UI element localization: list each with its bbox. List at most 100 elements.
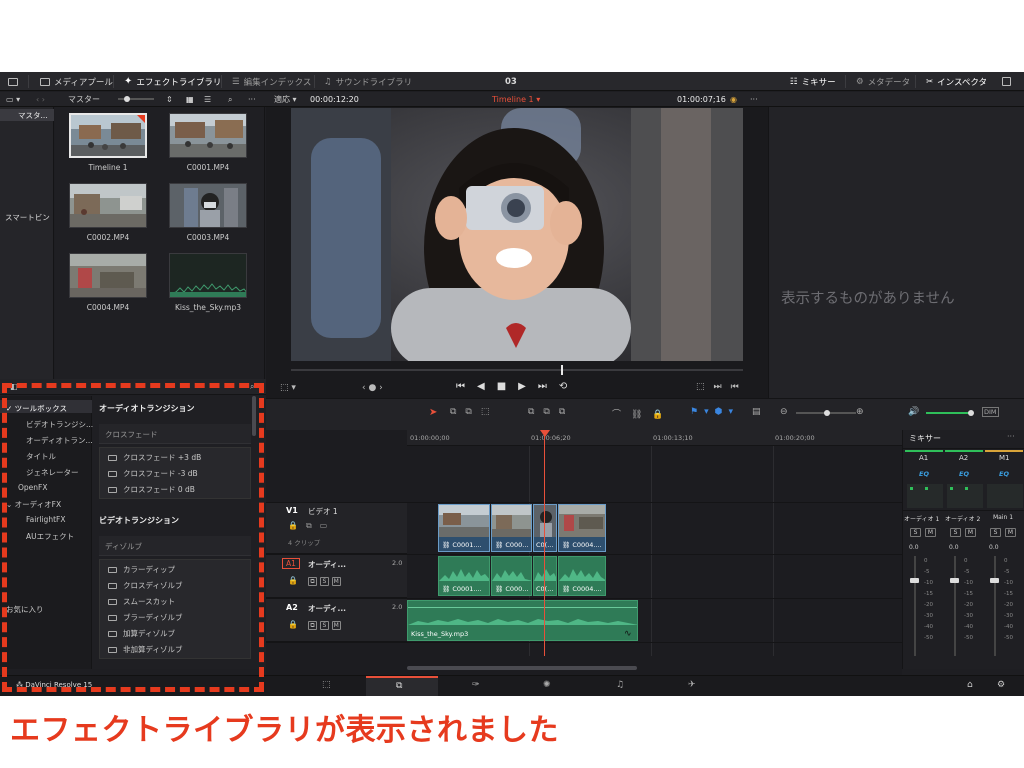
timeline-selector[interactable]: Timeline 1 ▾ — [492, 92, 540, 107]
fader-track[interactable] — [954, 556, 956, 656]
effect-item[interactable]: ブラーディゾルブ — [108, 612, 258, 623]
video-clip[interactable]: C0(... — [533, 504, 557, 552]
nav-arrows-icon[interactable]: ‹ › — [36, 92, 45, 107]
edit-mode-tools[interactable]: ⧉⧉⧉ — [528, 407, 574, 417]
transform-icon[interactable]: ⬚ ▾ — [280, 383, 296, 393]
settings-gear-icon[interactable]: ⚙ — [997, 680, 1005, 690]
track-header-v1[interactable]: V1 ビデオ 1 🔒⧉▭ 4 クリップ — [266, 503, 407, 554]
inspector-button[interactable]: ✂ インスペクタ — [926, 72, 987, 91]
tree-favorites[interactable]: お気に入り — [6, 604, 44, 615]
fader-knob[interactable] — [950, 578, 959, 583]
viewer-scrubber[interactable] — [291, 365, 743, 375]
track-header-a2[interactable]: A2 オーディ... 2.0 🔒 ⧉ S M — [266, 599, 407, 642]
solo-button[interactable]: S — [990, 528, 1001, 537]
viewer-end-controls[interactable]: ⬚⏭⏮ — [696, 382, 748, 392]
audio-clip[interactable]: ⛓ C0004.... — [558, 556, 606, 596]
edit-tools[interactable]: ⧉⧉⬚ — [450, 407, 498, 417]
video-clip[interactable]: ⛓ C000... — [491, 504, 532, 552]
fusion-page-icon[interactable]: ✑ — [472, 680, 480, 690]
track-controls-icons[interactable]: 🔒⧉▭ — [288, 521, 335, 531]
fader-track[interactable] — [914, 556, 916, 656]
timeline-ruler[interactable]: 01:00:00;00 01:00:06;20 01:00:13;10 01:0… — [407, 430, 902, 446]
bin-list-toggle-icon[interactable]: ▭ ▾ — [6, 92, 20, 107]
zoom-out-icon[interactable]: ⊖ — [780, 407, 788, 417]
zoom-fit-dropdown[interactable]: 適応 ▾ — [274, 92, 297, 107]
track-solo-mute[interactable]: ⧉ S M — [308, 576, 341, 586]
more-options-icon[interactable]: ··· — [248, 92, 256, 107]
search-icon[interactable]: ⌕ — [228, 92, 232, 107]
timeline-scrollbar[interactable] — [407, 666, 637, 670]
list-view-icon[interactable]: ☰ — [204, 92, 211, 107]
audio-clip[interactable]: ⛓ C000... — [491, 556, 532, 596]
mute-button[interactable]: M — [1005, 528, 1016, 537]
color-page-icon[interactable]: ✺ — [543, 680, 551, 690]
monitor-volume-slider[interactable] — [926, 410, 974, 416]
fader-knob[interactable] — [910, 578, 919, 583]
flag-marker-icons[interactable]: ⚑▾⬢▾ — [690, 407, 739, 417]
playhead-marker-icon[interactable] — [540, 430, 550, 437]
thumbnail-size-slider[interactable] — [118, 96, 154, 102]
zoom-in-icon[interactable]: ⊕ — [856, 407, 864, 417]
viewer-frame[interactable] — [291, 108, 743, 361]
jog-icon[interactable]: ‹ ● › — [362, 383, 383, 393]
media-item-c0001[interactable] — [169, 113, 247, 158]
effects-library-button[interactable]: ✦ エフェクトライブラリ — [124, 72, 221, 91]
video-clip[interactable]: ⛓ C0001.... — [438, 504, 490, 552]
track-header-a1[interactable]: A1 オーディ... 2.0 🔒 ⧉ S M — [266, 555, 407, 598]
fader-track[interactable] — [994, 556, 996, 656]
track-solo-mute[interactable]: ⧉ S M — [308, 620, 341, 630]
edit-page-tab[interactable]: ⧉ — [366, 676, 438, 696]
fairlight-page-icon[interactable]: ♫ — [616, 680, 624, 690]
music-clip[interactable]: Kiss_the_Sky.mp3 ∿ — [407, 600, 638, 641]
color-indicator-icon[interactable]: ◉ — [730, 92, 737, 107]
tree-generators[interactable]: ジェネレーター — [26, 467, 79, 478]
effects-search-icon[interactable]: ⌕ — [250, 382, 254, 392]
lock-icon[interactable]: 🔒 — [288, 620, 298, 629]
video-clip[interactable]: ⛓ C0004.... — [558, 504, 606, 552]
solo-button[interactable]: S — [910, 528, 921, 537]
effect-item[interactable]: カラーディップ — [108, 564, 258, 575]
audio-clip[interactable]: ⛓ C0001.... — [438, 556, 490, 596]
home-icon[interactable]: ⌂ — [967, 680, 973, 690]
timeline-view-icon[interactable]: ▤ — [752, 407, 761, 417]
pan-control[interactable] — [947, 484, 983, 508]
tree-openfx[interactable]: OpenFX — [18, 483, 47, 492]
tree-toolbox[interactable]: ✓ ツールボックス — [6, 403, 67, 414]
lock-icon[interactable]: 🔒 — [288, 576, 298, 585]
sort-icon[interactable]: ⇕ — [166, 92, 173, 107]
grid-view-icon[interactable]: ▦ — [186, 92, 194, 107]
metadata-button[interactable]: ⚙ メタデータ — [856, 72, 910, 91]
media-page-icon[interactable]: ⬚ — [322, 680, 331, 690]
transport-controls[interactable]: ⏮◀■▶⏭⟲ — [456, 381, 579, 392]
workspace-icon[interactable] — [8, 72, 18, 91]
dim-button[interactable]: DIM — [982, 407, 999, 417]
effect-item[interactable]: クロスディゾルブ — [108, 580, 258, 591]
viewer-options-icon[interactable]: ··· — [750, 92, 758, 107]
mixer-options-icon[interactable]: ··· — [1007, 432, 1015, 441]
effect-item[interactable]: 非加算ディゾルブ — [108, 644, 258, 655]
tree-au-effects[interactable]: AUエフェクト — [26, 531, 74, 542]
effects-scrollbar[interactable] — [252, 396, 256, 436]
solo-button[interactable]: S — [950, 528, 961, 537]
tree-audio-transitions[interactable]: オーディオトラン... — [26, 435, 93, 446]
mixer-button[interactable]: ☷ ミキサー — [790, 72, 836, 91]
pan-control[interactable] — [907, 484, 943, 508]
tree-titles[interactable]: タイトル — [26, 451, 56, 462]
sound-library-button[interactable]: ♫ サウンドライブラリ — [324, 72, 412, 91]
media-item-timeline[interactable] — [69, 113, 147, 158]
tree-fairlight-fx[interactable]: FairlightFX — [26, 515, 65, 524]
media-item-c0004[interactable] — [69, 253, 147, 298]
eq-button[interactable]: EQ — [919, 470, 929, 478]
effect-item[interactable]: スムースカット — [108, 596, 258, 607]
volume-icon[interactable]: 🔊 — [908, 407, 919, 417]
fader-knob[interactable] — [990, 578, 999, 583]
effect-item[interactable]: クロスフェード -3 dB — [108, 468, 258, 479]
eq-button[interactable]: EQ — [959, 470, 969, 478]
effect-item[interactable]: クロスフェード 0 dB — [108, 484, 258, 495]
selection-tool-icon[interactable]: ➤ — [429, 407, 437, 418]
tree-video-transitions[interactable]: ビデオトランジシ... — [26, 419, 93, 430]
eq-button[interactable]: EQ — [999, 470, 1009, 478]
edit-index-button[interactable]: ☰ 編集インデックス — [232, 72, 311, 91]
tree-audio-fx[interactable]: ⌄ オーディオFX — [6, 499, 61, 510]
effect-item[interactable]: 加算ディゾルブ — [108, 628, 258, 639]
